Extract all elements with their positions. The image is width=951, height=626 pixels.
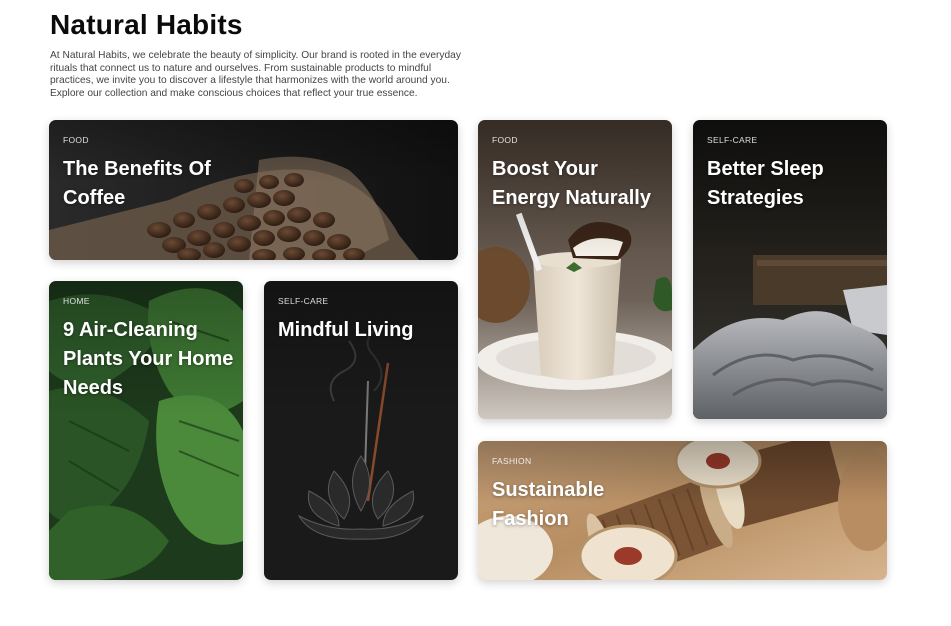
card-title: 9 Air-Cleaning Plants Your Home Needs — [63, 319, 234, 399]
card-title: Boost Your Energy Naturally — [492, 158, 651, 209]
card-energy[interactable]: FOOD Boost Your Energy Naturally — [478, 120, 672, 419]
card-mindful[interactable]: SELF-CARE Mindful Living — [264, 281, 458, 580]
card-category: FOOD — [492, 135, 518, 145]
card-category: SELF-CARE — [278, 296, 329, 306]
card-sleep[interactable]: SELF-CARE Better Sleep Strategies — [693, 120, 887, 419]
card-coffee[interactable]: FOOD The Benefits Of Coffee — [49, 120, 458, 260]
card-category: FASHION — [492, 456, 532, 466]
brand-intro: At Natural Habits, we celebrate the beau… — [50, 50, 461, 100]
page-title: Natural Habits — [50, 9, 243, 40]
card-plants[interactable]: HOME 9 Air-Cleaning Plants Your Home Nee… — [49, 281, 243, 580]
card-category: SELF-CARE — [707, 135, 758, 145]
card-title: Better Sleep Strategies — [707, 158, 824, 209]
card-fashion[interactable]: FASHION Sustainable Fashion — [478, 441, 887, 580]
card-title: Mindful Living — [278, 319, 414, 341]
card-title: The Benefits Of Coffee — [63, 158, 211, 209]
card-title: Sustainable Fashion — [492, 479, 605, 530]
card-category: HOME — [63, 296, 90, 306]
card-category: FOOD — [63, 135, 89, 145]
